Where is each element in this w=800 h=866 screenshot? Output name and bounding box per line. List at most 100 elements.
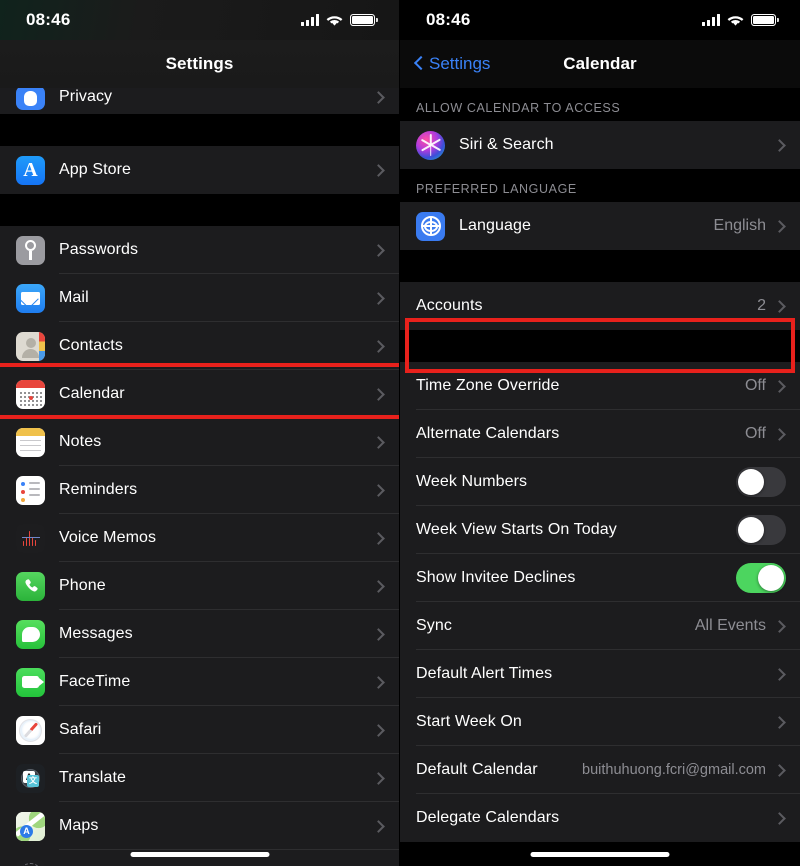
sidebar-item-mail[interactable]: Mail: [0, 274, 399, 322]
toggle-show-invitee-declines[interactable]: [736, 563, 786, 593]
cellular-bars-icon: [702, 14, 720, 26]
row-default-alert-times[interactable]: Default Alert Times: [400, 650, 800, 698]
row-alternate-calendars[interactable]: Alternate Calendars Off: [400, 410, 800, 458]
sidebar-item-label: Maps: [59, 817, 99, 834]
settings-list[interactable]: Privacy A App Store Passwords Mail Conta…: [0, 86, 399, 866]
sidebar-item-contacts[interactable]: Contacts: [0, 322, 399, 370]
row-language[interactable]: Language English: [400, 202, 800, 250]
group-gap: [400, 330, 800, 362]
row-label: Alternate Calendars: [416, 425, 560, 442]
chevron-right-icon: [372, 771, 385, 785]
row-value: Off: [744, 425, 766, 442]
toggle-week-numbers[interactable]: [736, 467, 786, 497]
sidebar-item-label: Messages: [59, 625, 133, 642]
chevron-right-icon: [773, 619, 786, 633]
row-accounts[interactable]: Accounts 2: [400, 282, 800, 330]
nav-bar-right: Settings Calendar: [400, 40, 800, 88]
translate-icon: A文: [16, 763, 45, 793]
status-bar-right: 08:46: [400, 0, 800, 40]
row-label: Start Week On: [416, 713, 522, 730]
row-week-numbers[interactable]: Week Numbers: [400, 458, 800, 506]
row-start-week-on[interactable]: Start Week On: [400, 698, 800, 746]
sidebar-item-calendar[interactable]: Calendar: [0, 370, 399, 418]
status-time: 08:46: [26, 10, 71, 29]
notes-icon: [16, 427, 45, 457]
sidebar-item-label: Phone: [59, 577, 106, 594]
row-value: buithuhuong.fcri@gmail.com: [582, 762, 766, 778]
home-indicator-right[interactable]: [530, 852, 670, 857]
mail-envelope-icon: [16, 283, 45, 313]
right-phone-calendar-screen: 08:46 Settings Calendar ALLOW CALENDAR T…: [400, 0, 800, 866]
cellular-bars-icon: [301, 14, 319, 26]
sidebar-item-label: Reminders: [59, 481, 138, 498]
compass-icon: [16, 859, 45, 866]
page-title-settings: Settings: [165, 54, 234, 73]
row-delegate-calendars[interactable]: Delegate Calendars: [400, 794, 800, 842]
toggle-week-view-starts-on-today[interactable]: [736, 515, 786, 545]
row-default-calendar[interactable]: Default Calendar buithuhuong.fcri@gmail.…: [400, 746, 800, 794]
sidebar-item-label: Voice Memos: [59, 529, 157, 546]
chevron-right-icon: [773, 379, 786, 393]
status-icons: [702, 14, 779, 26]
chevron-right-icon: [372, 819, 385, 833]
sidebar-item-translate[interactable]: A文 Translate: [0, 754, 399, 802]
battery-icon: [350, 14, 378, 26]
back-button-settings[interactable]: Settings: [413, 54, 490, 74]
app-store-icon: A: [16, 155, 45, 185]
chevron-right-icon: [773, 138, 786, 152]
sidebar-item-passwords[interactable]: Passwords: [0, 226, 399, 274]
nav-bar-left: Settings: [0, 40, 399, 88]
globe-icon: [416, 211, 445, 241]
wifi-icon: [727, 14, 744, 26]
siri-icon: [416, 130, 445, 160]
chevron-right-icon: [372, 291, 385, 305]
row-label: Week Numbers: [416, 473, 528, 490]
chevron-right-icon: [372, 531, 385, 545]
sidebar-item-label: Calendar: [59, 385, 125, 402]
chevron-right-icon: [773, 763, 786, 777]
sidebar-item-facetime[interactable]: FaceTime: [0, 658, 399, 706]
sidebar-item-maps[interactable]: A Maps: [0, 802, 399, 850]
row-value: All Events: [694, 617, 766, 634]
sidebar-item-label: FaceTime: [59, 673, 131, 690]
sidebar-item-messages[interactable]: Messages: [0, 610, 399, 658]
chevron-right-icon: [372, 483, 385, 497]
chevron-right-icon: [773, 667, 786, 681]
row-siri-and-search[interactable]: Siri & Search: [400, 121, 800, 169]
row-label: Week View Starts On Today: [416, 521, 617, 538]
chevron-right-icon: [773, 219, 786, 233]
sidebar-item-label: Passwords: [59, 241, 139, 258]
calendar-icon: [16, 379, 45, 409]
sidebar-item-privacy[interactable]: Privacy: [0, 86, 399, 114]
chevron-left-icon: [413, 55, 424, 73]
sidebar-item-safari[interactable]: Safari: [0, 706, 399, 754]
home-indicator-left[interactable]: [130, 852, 269, 857]
row-label: Show Invitee Declines: [416, 569, 576, 586]
sidebar-item-notes[interactable]: Notes: [0, 418, 399, 466]
group-gap: [400, 250, 800, 282]
back-button-label: Settings: [429, 54, 491, 73]
calendar-settings-list[interactable]: ALLOW CALENDAR TO ACCESS Siri & Search P…: [400, 88, 800, 842]
sidebar-item-reminders[interactable]: Reminders: [0, 466, 399, 514]
row-show-invitee-declines[interactable]: Show Invitee Declines: [400, 554, 800, 602]
status-time: 08:46: [426, 10, 471, 29]
row-week-view-starts-on-today[interactable]: Week View Starts On Today: [400, 506, 800, 554]
row-time-zone-override[interactable]: Time Zone Override Off: [400, 362, 800, 410]
sidebar-item-label: Contacts: [59, 337, 123, 354]
page-title-calendar: Calendar: [563, 54, 637, 73]
chevron-right-icon: [773, 811, 786, 825]
row-sync[interactable]: Sync All Events: [400, 602, 800, 650]
chevron-right-icon: [773, 715, 786, 729]
status-icons: [301, 14, 378, 26]
contacts-icon: [16, 331, 45, 361]
row-value: 2: [757, 297, 766, 314]
sidebar-item-voice-memos[interactable]: Voice Memos: [0, 514, 399, 562]
voice-memos-icon: [16, 523, 45, 553]
sidebar-item-app-store[interactable]: A App Store: [0, 146, 399, 194]
row-label: Default Alert Times: [416, 665, 553, 682]
wifi-icon: [326, 14, 343, 26]
row-value: English: [713, 217, 766, 234]
chevron-right-icon: [372, 435, 385, 449]
sidebar-item-phone[interactable]: Phone: [0, 562, 399, 610]
chevron-right-icon: [372, 579, 385, 593]
